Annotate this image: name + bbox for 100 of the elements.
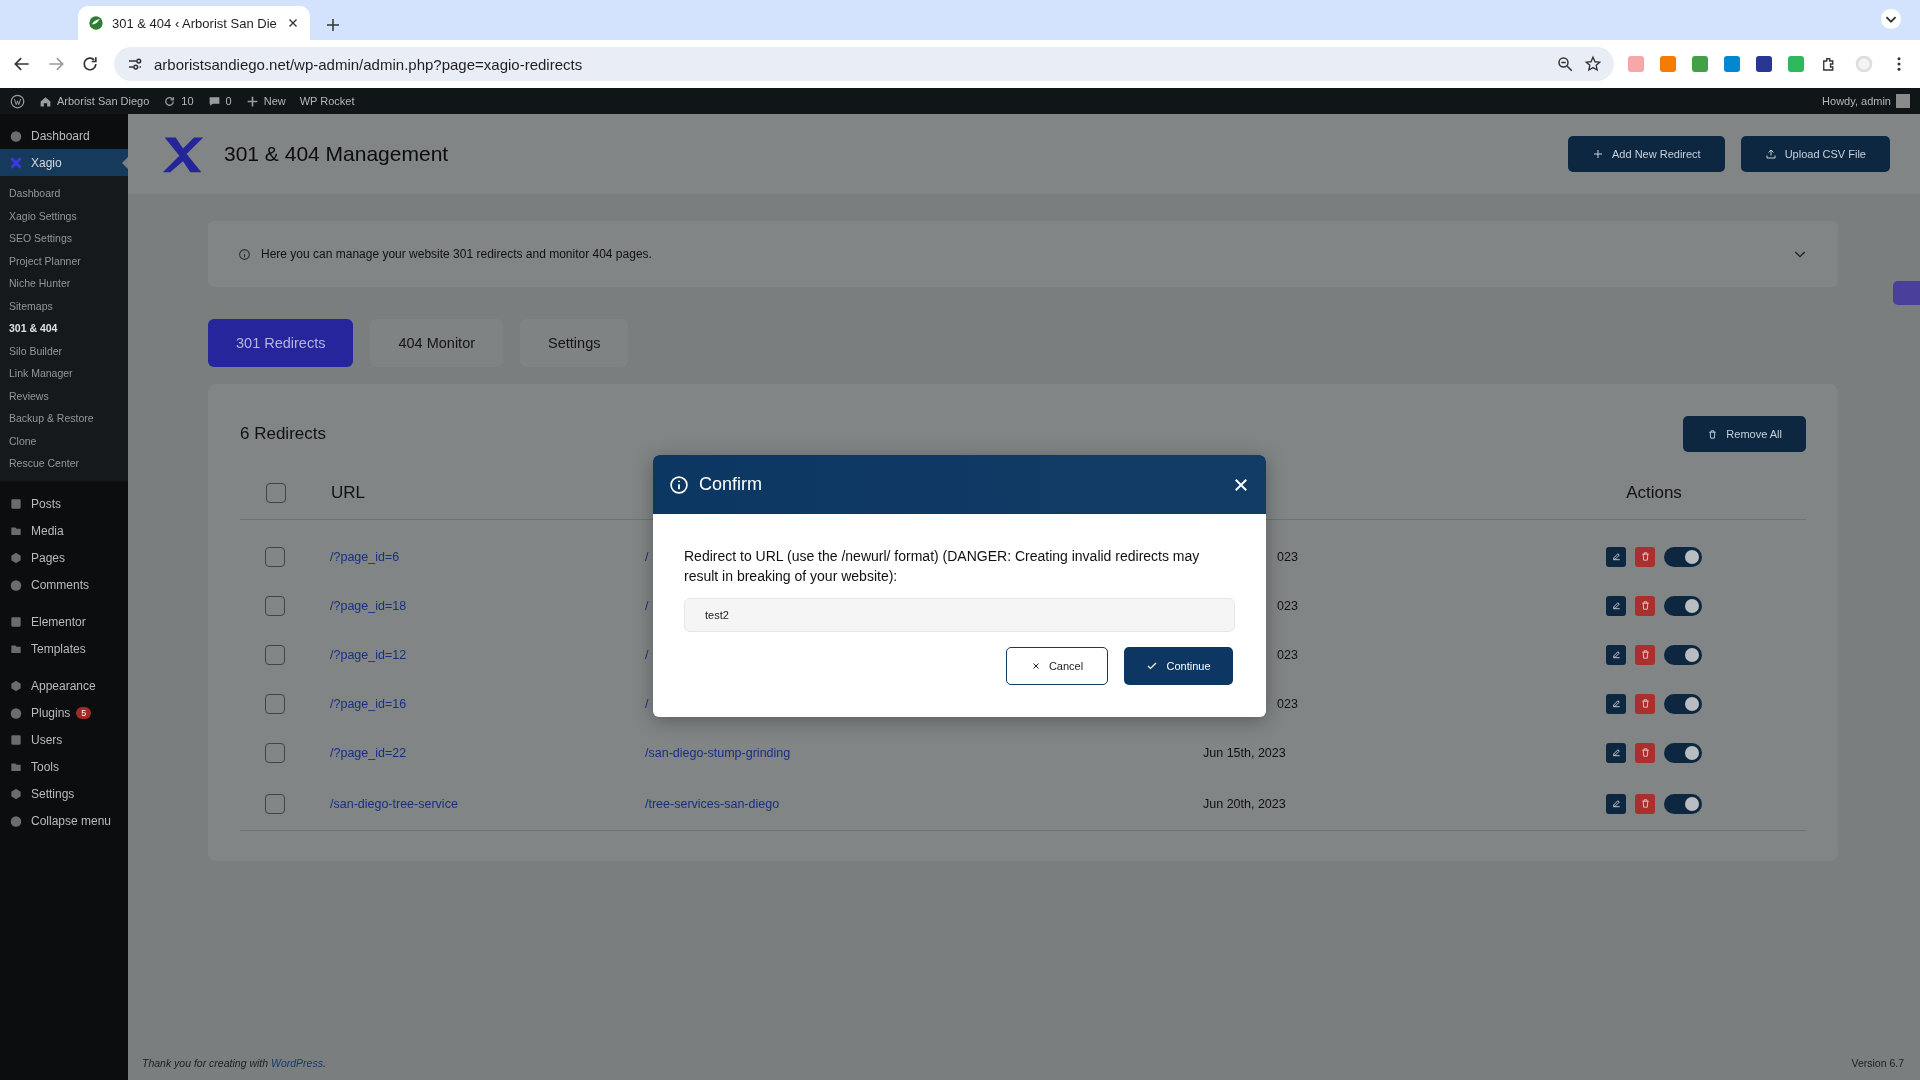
comment-icon[interactable] [207,94,221,108]
dialog-message: Redirect to URL (use the /newurl/ format) (DANGER: Creating invalid redirects may result in breaking of your website): [684,547,1201,586]
tab[interactable]: Settings [520,319,629,367]
menu-item[interactable]: Pages [0,544,128,572]
star-icon[interactable] [1584,55,1602,73]
checkbox[interactable] [265,644,285,665]
url-input-field[interactable]: test2 [684,598,1235,632]
submenu-item[interactable]: Project Planner [0,249,128,272]
updates-count[interactable]: 10 [181,95,194,107]
checkbox[interactable] [265,742,285,763]
submenu-item[interactable]: Reviews [0,384,128,407]
wordpress-icon[interactable] [10,93,25,109]
version-text: Version 6.7 [1851,1057,1904,1069]
plus-icon[interactable] [245,94,259,108]
menu-item[interactable]: Users [0,726,128,754]
edit-icon [1610,798,1622,809]
edit-icon [1610,551,1622,562]
menu-item[interactable]: Xagio [0,149,128,176]
greeting[interactable]: Howdy, admin [1822,95,1891,107]
edit-icon [1610,600,1622,611]
home-icon[interactable] [39,94,52,108]
toggle-switch[interactable] [1664,742,1702,763]
cancel-button[interactable]: Cancel [1006,647,1108,685]
footer-credit: Thank you for creating with WordPress. [142,1057,326,1069]
toggle-switch[interactable] [1664,644,1702,665]
upload-icon [1764,148,1777,160]
delete-button[interactable] [1635,546,1655,567]
menu-item[interactable]: Media [0,517,128,545]
submenu-item[interactable]: Sitemaps [0,294,128,317]
submenu-item[interactable]: SEO Settings [0,227,128,250]
submenu-item[interactable]: Xagio Settings [0,204,128,227]
checkbox[interactable] [266,483,286,503]
checkbox[interactable] [265,546,285,567]
comments-count[interactable]: 0 [225,95,232,107]
notice-text: Here you can manage your website 301 redirects and monitor 404 pages. [261,247,653,261]
menu-item[interactable]: Collapse menu [0,807,128,835]
menu-item[interactable]: Plugins 5 [0,699,128,727]
tab[interactable]: 404 Monitor [370,319,504,367]
toggle-switch[interactable] [1664,546,1702,567]
menu-item[interactable]: Templates [0,635,128,663]
menu-item[interactable]: Elementor [0,608,128,636]
tab-title: 301 & 404 ‹ Arborist San Die [112,15,278,31]
toggle-switch[interactable] [1664,793,1702,814]
date-text: Jun 15th, 2023 [1203,745,1286,760]
continue-button[interactable]: Continue [1124,647,1233,685]
menu-item[interactable]: Posts [0,490,128,518]
delete-button[interactable] [1635,693,1655,714]
trash-icon [1707,428,1719,440]
submenu-item[interactable]: Dashboard [0,182,128,205]
tab[interactable]: 301 Redirects [208,319,354,367]
toggle-switch[interactable] [1664,595,1702,616]
edit-icon [1610,698,1622,709]
menu-item[interactable]: Comments [0,571,128,599]
zoom-icon[interactable] [1556,55,1574,73]
submenu-item[interactable]: Link Manager [0,362,128,385]
edit-button[interactable] [1606,595,1626,616]
toggle-switch[interactable] [1664,693,1702,714]
count-badge: 5 [76,707,92,719]
submenu-item[interactable]: Silo Builder [0,339,128,362]
column-header: URL [330,467,645,520]
delete-button[interactable] [1635,793,1655,814]
edit-button[interactable] [1606,546,1626,567]
reload-icon[interactable] [80,54,100,74]
date-text: 023 [1277,696,1298,711]
menu-item[interactable]: Appearance [0,672,128,700]
updates-icon[interactable] [163,94,177,108]
info-icon [238,247,251,261]
edit-button[interactable] [1606,793,1626,814]
submenu-item[interactable]: Rescue Center [0,452,128,475]
date-text: Jun 20th, 2023 [1203,796,1286,811]
edit-button[interactable] [1606,644,1626,665]
delete-button[interactable] [1635,742,1655,763]
menu-item[interactable]: Tools [0,753,128,781]
menu-item[interactable]: Settings [0,780,128,808]
address-bar[interactable]: arboristsandiego.net/wp-admin/admin.php?page=xagio-redirects [114,47,1614,81]
checkbox[interactable] [265,793,285,814]
extension-icon[interactable] [1756,56,1772,72]
browser-tab[interactable]: 301 & 404 ‹ Arborist San Die [78,6,310,40]
edit-button[interactable] [1606,693,1626,714]
submenu-item[interactable]: Clone [0,429,128,452]
page-title: 301 & 404 Management [224,142,450,166]
submenu-item[interactable]: Backup & Restore [0,407,128,430]
edit-button[interactable] [1606,742,1626,763]
submenu-item[interactable]: 301 & 404 [0,317,128,340]
submenu-item[interactable]: Niche Hunter [0,272,128,295]
plus-icon [1592,148,1604,160]
upload-button[interactable]: Upload CSV File [1740,136,1890,172]
checkbox[interactable] [265,595,285,616]
tab-list-icon[interactable] [1880,8,1902,30]
remove-all-button[interactable]: Remove All [1683,416,1806,452]
add-button[interactable]: Add New Redirect [1568,136,1725,172]
site-link[interactable]: Arborist San Diego [57,95,150,107]
check-icon [1146,660,1159,672]
delete-button[interactable] [1635,595,1655,616]
delete-button[interactable] [1635,644,1655,665]
checkbox[interactable] [265,693,285,714]
menu-item[interactable]: Dashboard [0,122,128,149]
site-settings-icon[interactable] [126,55,144,73]
new-link[interactable]: New [263,95,286,107]
rocket-link[interactable]: WP Rocket [299,95,355,107]
